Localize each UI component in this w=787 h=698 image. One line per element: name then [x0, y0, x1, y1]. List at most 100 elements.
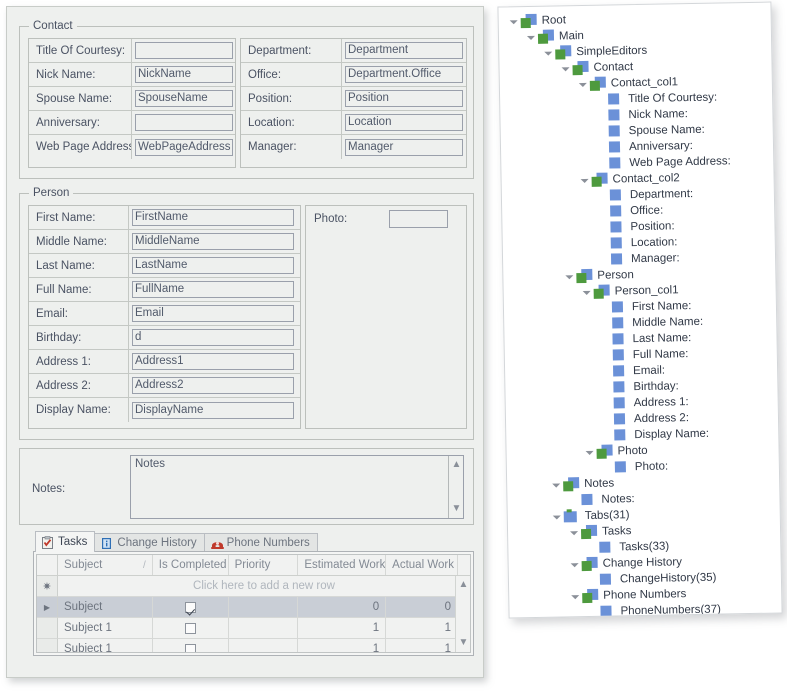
cell-estimated-work[interactable]: 1: [298, 618, 387, 639]
chevron-up-icon[interactable]: ▲: [456, 578, 470, 592]
text-input[interactable]: Email: [132, 305, 294, 322]
field-cell: Manager: [342, 135, 466, 159]
text-input[interactable]: FullName: [132, 281, 294, 298]
grid-scrollbar[interactable]: ▲ ▼: [455, 576, 470, 652]
text-input[interactable]: [135, 42, 233, 59]
tree-node-label: Phone Numbers: [603, 588, 687, 602]
expander-collapse-icon[interactable]: [568, 588, 582, 604]
notes-scrollbar[interactable]: ▲ ▼: [448, 456, 463, 518]
expander-collapse-icon[interactable]: [580, 284, 594, 300]
field-row: Department: Department: [241, 39, 466, 63]
chevron-up-icon[interactable]: ▲: [449, 458, 464, 472]
text-input[interactable]: Department.Office: [345, 66, 463, 83]
text-input[interactable]: Address1: [132, 353, 294, 370]
cell-subject[interactable]: Subject 1: [58, 618, 153, 639]
tab-tasks[interactable]: Tasks: [35, 531, 96, 552]
text-input[interactable]: NickName: [135, 66, 233, 83]
expander-collapse-icon[interactable]: [577, 172, 591, 188]
text-input[interactable]: Location: [345, 114, 463, 131]
tree-node-label: Notes:: [601, 493, 635, 506]
chevron-down-icon[interactable]: ▼: [449, 502, 464, 516]
text-input[interactable]: [135, 114, 233, 131]
expander-collapse-icon[interactable]: [558, 60, 572, 76]
text-input[interactable]: MiddleName: [132, 233, 294, 250]
tab-strip: Tasks Change History Phone Numbers: [35, 531, 318, 552]
text-input[interactable]: FirstName: [132, 209, 294, 226]
tree-node-label: Office:: [630, 204, 664, 218]
expander-collapse-icon[interactable]: [576, 76, 590, 92]
cell-is-completed[interactable]: [153, 639, 229, 652]
cell-estimated-work[interactable]: 1: [298, 639, 387, 652]
field-row: Anniversary:: [29, 111, 235, 135]
checkbox[interactable]: [184, 601, 196, 613]
text-input[interactable]: Address2: [132, 377, 294, 394]
expander-collapse-icon[interactable]: [550, 508, 564, 524]
cell-actual-work[interactable]: 1: [386, 639, 458, 652]
table-row[interactable]: Subject 1 11: [37, 639, 470, 652]
text-input[interactable]: SpouseName: [135, 90, 233, 107]
cell-actual-work[interactable]: 0: [386, 597, 458, 618]
branch-node-icon: [576, 268, 594, 284]
table-row[interactable]: Subject 1 11: [37, 618, 470, 639]
field-cell: FirstName: [129, 206, 300, 230]
cell-priority[interactable]: [228, 597, 299, 618]
tree-node-label: Notes: [584, 477, 615, 491]
chevron-down-icon[interactable]: ▼: [456, 636, 470, 650]
cell-priority[interactable]: [229, 639, 299, 652]
branch-node-icon: [520, 13, 539, 29]
checkbox[interactable]: [184, 622, 196, 634]
field-cell: d: [129, 326, 300, 350]
text-input[interactable]: Manager: [345, 138, 463, 156]
expander-collapse-icon[interactable]: [541, 45, 555, 61]
branch-node-icon: [581, 556, 600, 572]
grid-col-is-completed[interactable]: Is Completed: [153, 555, 229, 575]
tree-node-label: Contact_col1: [610, 76, 679, 90]
cell-is-completed[interactable]: [152, 597, 229, 618]
grid-col-actual-work[interactable]: Actual Work: [386, 555, 458, 575]
cell-subject[interactable]: Subject 1: [58, 639, 153, 652]
tab-change-history[interactable]: Change History: [94, 533, 205, 552]
field-label: Manager:: [241, 135, 342, 159]
grid-col-estimated-work[interactable]: Estimated Work: [298, 555, 387, 575]
leaf-node-icon: [611, 332, 629, 346]
expander-collapse-icon[interactable]: [507, 13, 521, 29]
photo-field[interactable]: [389, 210, 448, 228]
field-row: Birthday: d: [29, 326, 300, 350]
expander-collapse-icon[interactable]: [562, 268, 576, 284]
text-input[interactable]: d: [132, 329, 294, 346]
table-row[interactable]: ▶ Subject 0 0: [37, 597, 470, 618]
cell-actual-work[interactable]: 1: [386, 618, 458, 639]
expander-collapse-icon[interactable]: [582, 444, 596, 460]
expander-collapse-icon[interactable]: [524, 29, 538, 45]
tree-node-label: SimpleEditors: [576, 44, 648, 59]
cell-estimated-work[interactable]: 0: [298, 597, 387, 618]
tab-phone-numbers[interactable]: Phone Numbers: [203, 533, 318, 552]
text-input[interactable]: LastName: [132, 257, 294, 274]
expander-collapse-icon[interactable]: [567, 524, 581, 540]
expander-collapse-icon[interactable]: [549, 476, 563, 492]
text-input[interactable]: DisplayName: [132, 401, 294, 419]
tree-node-label: Tabs(31): [584, 509, 630, 523]
expander-collapse-icon[interactable]: [568, 556, 582, 572]
field-row: Position: Position: [241, 87, 466, 111]
text-input[interactable]: Position: [345, 90, 463, 107]
cell-priority[interactable]: [228, 618, 299, 639]
text-input[interactable]: Department: [345, 42, 463, 59]
leaf-node-icon: [612, 364, 630, 378]
field-row: Email: Email: [29, 302, 300, 326]
text-input[interactable]: WebPageAddress: [135, 138, 233, 156]
grid-col-priority[interactable]: Priority: [229, 555, 299, 575]
cell-subject[interactable]: Subject: [58, 597, 153, 618]
grid-new-row[interactable]: ✷ Click here to add a new row: [37, 576, 470, 597]
leaf-node-icon: [599, 572, 617, 586]
notes-text-value: Notes: [135, 458, 166, 470]
cell-is-completed[interactable]: [152, 618, 229, 639]
field-label: Nick Name:: [29, 63, 132, 87]
notes-textarea[interactable]: Notes ▲ ▼: [130, 455, 464, 519]
grid-col-subject[interactable]: Subject /: [58, 555, 153, 575]
component-tree: Root Main SimpleEditors Contact Contact_col1…: [498, 3, 781, 618]
checkbox[interactable]: [184, 643, 196, 652]
